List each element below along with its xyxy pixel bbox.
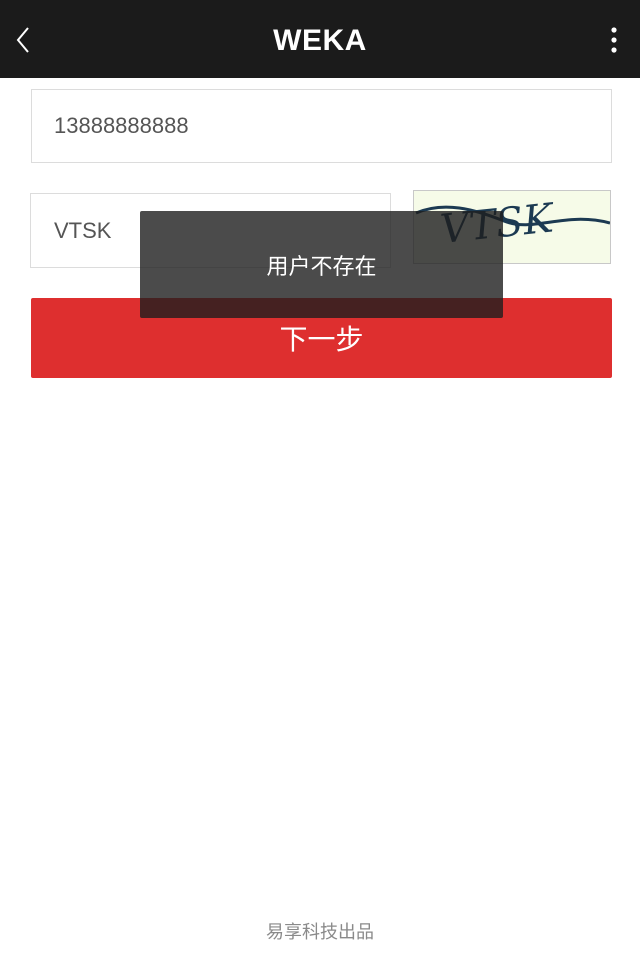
toast-message: 用户不存在 [140,211,503,318]
phone-input[interactable] [31,89,612,163]
more-vertical-icon [611,27,617,53]
top-app-bar: WEKA [0,0,640,78]
toast-text: 用户不存在 [266,254,377,280]
page: WEKA VTSK 下一步 用户不存在 易享科技出品 [0,0,640,960]
footer-credit: 易享科技出品 [266,922,374,943]
more-button[interactable] [600,24,628,56]
page-title: WEKA [273,24,367,57]
